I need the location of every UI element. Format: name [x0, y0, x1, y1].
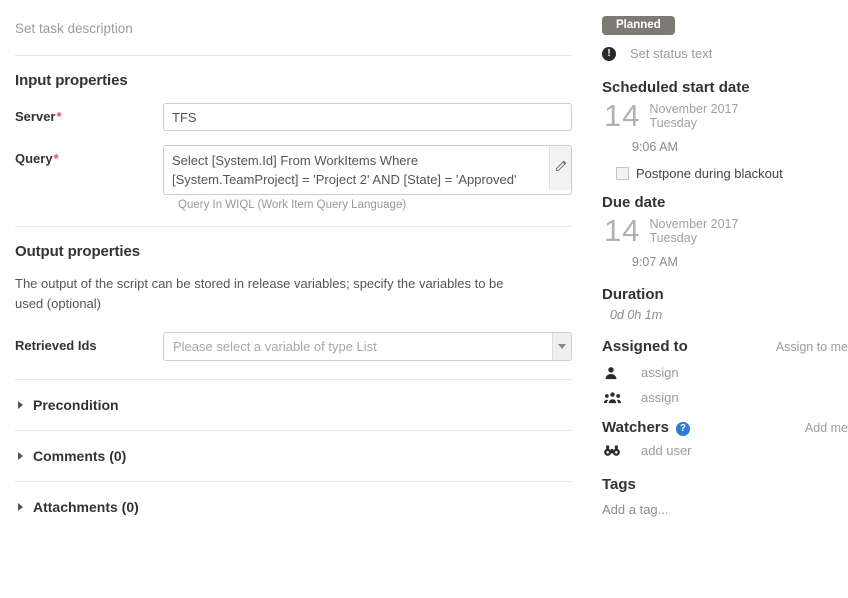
output-properties-title: Output properties [15, 243, 578, 260]
required-asterisk: * [56, 109, 61, 124]
assign-team-label: assign [641, 390, 679, 405]
watchers-header-row: Watchers? Add me [602, 419, 848, 436]
triangle-right-icon [18, 452, 23, 460]
pencil-icon [554, 160, 567, 176]
right-details-panel: Planned ! Set status text Scheduled star… [602, 0, 848, 517]
attachments-section[interactable]: Attachments (0) [15, 482, 578, 532]
query-hint: Query In WIQL (Work Item Query Language) [178, 199, 578, 211]
input-properties-title: Input properties [15, 72, 578, 89]
postpone-blackout-row[interactable]: Postpone during blackout [616, 166, 848, 181]
precondition-header[interactable]: Precondition [15, 397, 578, 413]
scheduled-start-time[interactable]: 9:06 AM [632, 140, 848, 154]
status-text[interactable]: Set status text [630, 46, 712, 61]
status-badge[interactable]: Planned [602, 16, 675, 35]
retrieved-ids-label: Retrieved Ids [15, 332, 163, 353]
assigned-to-title: Assigned to [602, 338, 688, 355]
server-label: Server* [15, 103, 163, 124]
required-asterisk: * [54, 151, 59, 166]
people-group-icon [604, 391, 624, 405]
divider-output [15, 226, 572, 227]
assign-person-label: assign [641, 365, 679, 380]
task-description-field[interactable]: Set task description [15, 0, 578, 55]
dropdown-arrow-button[interactable] [552, 333, 571, 360]
scheduled-start-date-value[interactable]: 14 November 2017 Tuesday [604, 101, 848, 131]
due-date-month-year: November 2017 [649, 217, 738, 231]
watcher-add-row[interactable]: add user [604, 443, 848, 458]
assign-team-row[interactable]: assign [604, 390, 848, 405]
status-text-row[interactable]: ! Set status text [602, 46, 848, 61]
scheduled-start-date-detail: November 2017 Tuesday [649, 101, 738, 130]
alert-exclamation-icon: ! [602, 47, 616, 61]
server-field-wrap [163, 103, 572, 131]
query-label-text: Query [15, 151, 53, 166]
server-label-text: Server [15, 109, 55, 124]
query-edit-button[interactable] [549, 146, 571, 190]
tags-title: Tags [602, 476, 848, 493]
assigned-to-header-row: Assigned to Assign to me [602, 338, 848, 355]
scheduled-start-day-of-week: Tuesday [649, 116, 738, 130]
query-field-wrap: Select [System.Id] From WorkItems Where … [163, 145, 572, 195]
retrieved-ids-select-wrap: Please select a variable of type List [163, 332, 572, 361]
left-properties-panel: Set task description Input properties Se… [0, 0, 578, 532]
retrieved-ids-select[interactable]: Please select a variable of type List [163, 332, 572, 361]
scheduled-start-day: 14 [604, 101, 640, 131]
add-tag-input[interactable]: Add a tag... [602, 502, 848, 517]
scheduled-start-date-title: Scheduled start date [602, 79, 848, 96]
attachments-label: Attachments (0) [33, 499, 139, 515]
divider-top [15, 55, 572, 56]
watcher-add-label: add user [641, 443, 692, 458]
assign-person-row[interactable]: assign [604, 365, 848, 380]
query-row: Query* Select [System.Id] From WorkItems… [15, 145, 578, 195]
duration-title: Duration [602, 286, 848, 303]
help-question-icon[interactable]: ? [676, 422, 690, 436]
attachments-header[interactable]: Attachments (0) [15, 499, 578, 515]
comments-section[interactable]: Comments (0) [15, 431, 578, 481]
add-me-link[interactable]: Add me [805, 421, 848, 435]
query-input[interactable]: Select [System.Id] From WorkItems Where … [163, 145, 572, 195]
triangle-right-icon [18, 503, 23, 511]
query-label: Query* [15, 145, 163, 166]
precondition-section[interactable]: Precondition [15, 380, 578, 430]
postpone-blackout-label: Postpone during blackout [636, 166, 783, 181]
comments-header[interactable]: Comments (0) [15, 448, 578, 464]
retrieved-ids-row: Retrieved Ids Please select a variable o… [15, 332, 578, 361]
due-date-time[interactable]: 9:07 AM [632, 255, 848, 269]
binoculars-icon [604, 444, 624, 457]
due-date-title: Due date [602, 194, 848, 211]
server-input[interactable] [163, 103, 572, 131]
assign-to-me-link[interactable]: Assign to me [776, 340, 848, 354]
server-row: Server* [15, 103, 578, 131]
scheduled-start-month-year: November 2017 [649, 102, 738, 116]
triangle-right-icon [18, 401, 23, 409]
output-description: The output of the script can be stored i… [15, 274, 535, 314]
duration-value: 0d 0h 1m [610, 308, 848, 322]
postpone-blackout-checkbox[interactable] [616, 167, 629, 180]
due-date-day: 14 [604, 216, 640, 246]
due-date-day-of-week: Tuesday [649, 231, 738, 245]
watchers-title-wrap: Watchers? [602, 419, 690, 436]
task-detail-page: Set task description Input properties Se… [0, 0, 848, 598]
due-date-value[interactable]: 14 November 2017 Tuesday [604, 216, 848, 246]
watchers-title: Watchers [602, 419, 669, 436]
chevron-down-icon [558, 344, 566, 349]
due-date-detail: November 2017 Tuesday [649, 216, 738, 245]
person-icon [604, 366, 624, 380]
comments-label: Comments (0) [33, 448, 126, 464]
precondition-label: Precondition [33, 397, 119, 413]
